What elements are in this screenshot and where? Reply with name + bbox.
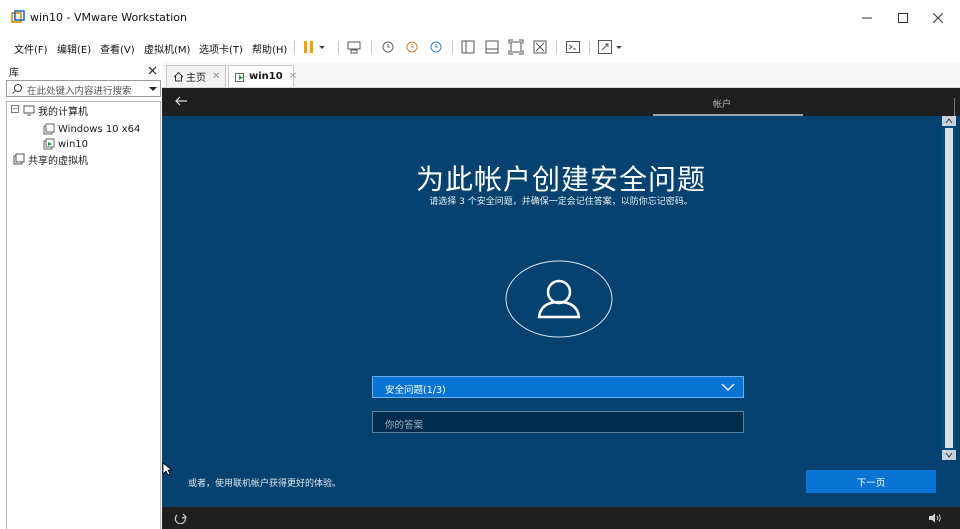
answer-placeholder: 你的答案 <box>385 420 424 431</box>
running-vm-icon <box>43 138 55 150</box>
scroll-up-arrow-icon[interactable] <box>942 116 956 126</box>
full-screen-icon[interactable] <box>597 39 613 55</box>
scroll-thumb[interactable] <box>945 128 953 448</box>
user-avatar-icon <box>505 260 613 338</box>
menu-bar: 文件(F) 编辑(E) 查看(V) 虚拟机(M) 选项卡(T) 帮助(H) <box>0 34 960 60</box>
toolbar-separator <box>452 41 453 54</box>
revert-snapshot-icon[interactable] <box>404 39 420 55</box>
toolbar-separator <box>294 41 295 54</box>
tree-item-vm[interactable]: Windows 10 x64 <box>43 122 140 136</box>
console-view-icon[interactable] <box>565 39 581 55</box>
unity-icon[interactable] <box>532 39 548 55</box>
close-tab-icon[interactable]: ✕ <box>212 71 220 82</box>
vm-console[interactable]: 帐户 为此帐户创建安全问题 请选择 3 个安全问题，并确保一定会记住答案，以防你… <box>162 88 960 529</box>
toolbar-separator <box>556 41 557 54</box>
snapshot-manager-icon[interactable] <box>428 39 444 55</box>
close-library-icon[interactable] <box>148 63 157 75</box>
fit-guest-icon[interactable] <box>508 39 524 55</box>
menu-tabs[interactable]: 选项卡(T) <box>199 41 243 56</box>
vm-icon <box>43 123 55 135</box>
title-bar: win10 - VMware Workstation <box>0 0 960 34</box>
thumbnail-bar-icon[interactable] <box>484 39 500 55</box>
answer-input[interactable]: 你的答案 <box>372 411 744 433</box>
pause-icon[interactable] <box>301 39 317 55</box>
power-dropdown-chevron-icon[interactable] <box>317 39 327 55</box>
maximize-button[interactable] <box>893 8 913 28</box>
running-vm-icon <box>235 71 246 82</box>
menu-vm[interactable]: 虚拟机(M) <box>144 41 190 56</box>
tree-item-my-computer[interactable]: 我的计算机 <box>23 103 88 118</box>
toolbar-separator <box>371 41 372 54</box>
full-screen-dropdown-chevron-icon[interactable] <box>614 39 624 55</box>
oobe-scrollbar[interactable] <box>942 116 956 460</box>
oobe-section-label: 帐户 <box>713 100 732 110</box>
tree-label: Windows 10 x64 <box>58 123 141 135</box>
tab-label: win10 <box>249 71 283 82</box>
edge-divider <box>954 98 955 116</box>
scroll-down-arrow-icon[interactable] <box>942 450 956 460</box>
send-keys-icon[interactable] <box>346 39 362 55</box>
volume-icon[interactable] <box>928 513 942 523</box>
tab-label: 主页 <box>186 73 206 84</box>
page-title: 为此帐户创建安全问题 <box>415 163 706 196</box>
mouse-pointer-icon <box>162 462 172 476</box>
library-title: 库 <box>9 68 19 79</box>
security-question-dropdown[interactable]: 安全问题(1/3) <box>372 376 744 398</box>
show-library-icon[interactable] <box>460 39 476 55</box>
tab-bar: 主页 ✕ win10 ✕ <box>162 62 960 88</box>
section-indicator <box>653 114 803 116</box>
toolbar-separator <box>338 41 339 54</box>
tree-label: 共享的虚拟机 <box>28 155 88 167</box>
chevron-down-icon <box>721 382 735 392</box>
tab-home[interactable]: 主页 ✕ <box>166 65 226 87</box>
oobe-top-bar: 帐户 <box>162 88 960 116</box>
shared-vm-icon <box>13 153 25 165</box>
library-tree: − 我的计算机 Windows 10 x64 win10 共享的虚拟机 <box>6 101 161 529</box>
minimize-button[interactable] <box>857 8 877 28</box>
window-title: win10 - VMware Workstation <box>30 11 187 24</box>
online-account-link[interactable]: 或者，使用联机帐户获得更好的体验。 <box>188 476 341 489</box>
close-tab-icon[interactable]: ✕ <box>289 71 297 82</box>
library-search-input[interactable]: 在此处键入内容进行搜索 <box>6 80 161 97</box>
search-dropdown-chevron-icon[interactable] <box>149 85 157 93</box>
tree-item-vm-running[interactable]: win10 <box>43 137 88 151</box>
tree-label: 我的计算机 <box>38 106 88 118</box>
menu-edit[interactable]: 编辑(E) <box>57 41 91 56</box>
dropdown-value: 安全问题(1/3) <box>385 385 446 396</box>
tree-label: win10 <box>58 138 89 150</box>
menu-view[interactable]: 查看(V) <box>100 41 135 56</box>
oobe-bottom-bar <box>162 507 960 529</box>
tab-win10[interactable]: win10 ✕ <box>228 65 297 87</box>
computer-icon <box>23 104 35 116</box>
menu-file[interactable]: 文件(F) <box>14 41 48 56</box>
tree-item-shared-vms[interactable]: 共享的虚拟机 <box>13 152 88 167</box>
snapshot-icon[interactable] <box>380 39 396 55</box>
search-icon <box>11 83 23 95</box>
search-placeholder: 在此处键入内容进行搜索 <box>27 86 132 97</box>
toolbar-separator <box>589 41 590 54</box>
back-arrow-icon[interactable] <box>174 94 188 108</box>
close-button[interactable] <box>928 8 948 28</box>
page-subtitle: 请选择 3 个安全问题，并确保一定会记住答案，以防你忘记密码。 <box>429 197 693 207</box>
ease-of-access-icon[interactable] <box>174 512 188 524</box>
menu-help[interactable]: 帮助(H) <box>252 41 287 56</box>
vmware-app-icon <box>11 10 25 24</box>
library-header: 库 <box>0 62 159 79</box>
home-icon <box>173 71 184 82</box>
next-button[interactable]: 下一页 <box>806 470 936 493</box>
collapse-expander-icon[interactable]: − <box>11 105 19 113</box>
